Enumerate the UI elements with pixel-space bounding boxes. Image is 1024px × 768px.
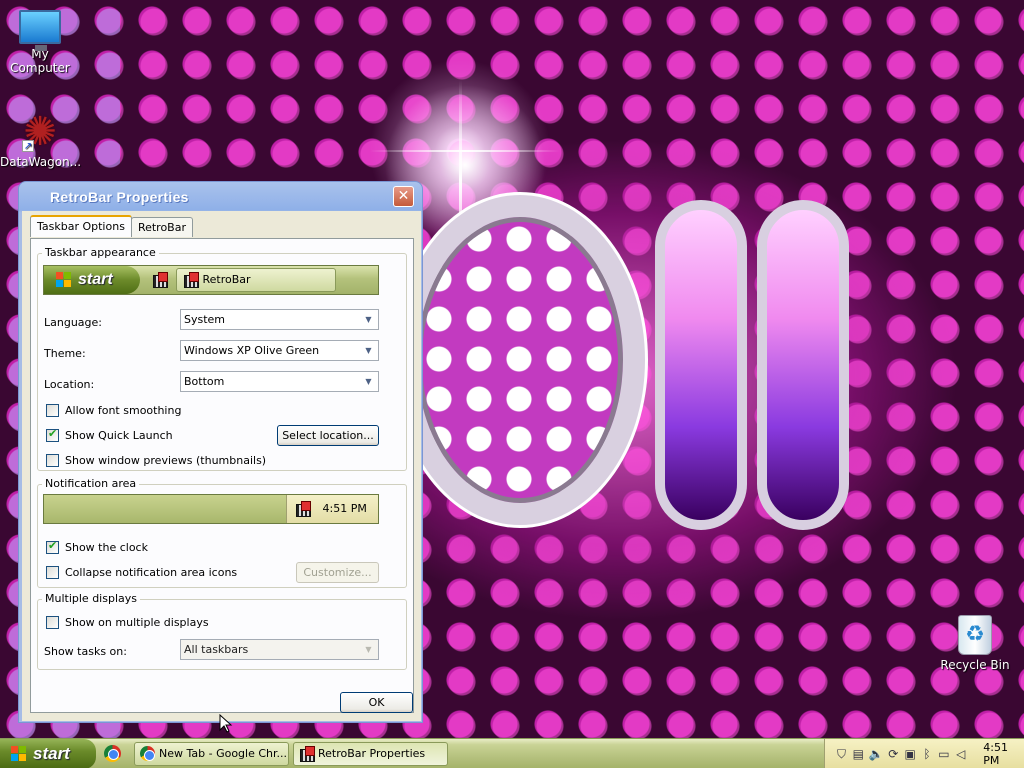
- checkbox-box: [46, 454, 59, 467]
- theme-label: Theme:: [44, 347, 86, 360]
- chevron-down-icon: ▼: [365, 346, 372, 355]
- start-label: start: [33, 744, 70, 763]
- wallpaper-logo-bar: [655, 200, 747, 530]
- taskbar-clock[interactable]: 4:51 PM: [983, 741, 1024, 767]
- location-select[interactable]: Bottom ▼: [180, 371, 379, 392]
- desktop-icon-recycle-bin[interactable]: ♻ Recycle Bin: [935, 615, 1015, 672]
- taskbar-button-retrobar[interactable]: RetroBar Properties: [293, 742, 448, 766]
- location-label: Location:: [44, 378, 95, 391]
- computer-icon: [19, 10, 61, 51]
- show-tasks-select[interactable]: All taskbars ▼: [180, 639, 379, 660]
- preview-start-button: start: [44, 266, 140, 294]
- taskbar-button-label: RetroBar Properties: [318, 747, 426, 760]
- preview-tray: 4:51 PM: [286, 495, 378, 523]
- windows-logo-icon: [11, 746, 27, 762]
- language-label: Language:: [44, 316, 102, 329]
- chevron-down-icon: ▼: [365, 377, 372, 386]
- sync-icon[interactable]: ⟳: [887, 747, 900, 761]
- shortcut-arrow-icon: ↗: [22, 140, 34, 152]
- select-location-button[interactable]: Select location...: [277, 425, 379, 446]
- datawagon-icon: ↗: [20, 112, 60, 152]
- checkbox-label: Show the clock: [65, 541, 148, 554]
- taskbar-preview: start RetroBar: [43, 265, 379, 295]
- checkbox-box: [46, 616, 59, 629]
- retrobar-app-icon: [152, 272, 168, 288]
- taskbar: start New Tab - Google Chr... RetroBar P…: [0, 738, 1024, 768]
- preview-start-label: start: [78, 271, 113, 288]
- recycle-bin-icon: ♻: [958, 615, 992, 655]
- tab-taskbar-options[interactable]: Taskbar Options: [30, 215, 132, 237]
- wallpaper-logo-bar: [757, 200, 849, 530]
- checkbox-box: [46, 404, 59, 417]
- retrobar-app-icon: [183, 272, 199, 288]
- bluetooth-icon[interactable]: ᛒ: [921, 747, 934, 761]
- group-label: Taskbar appearance: [42, 246, 159, 259]
- window-titlebar[interactable]: RetroBar Properties ✕: [22, 182, 419, 211]
- show-quick-launch-checkbox[interactable]: Show Quick Launch: [46, 427, 173, 442]
- display-icon[interactable]: ▭: [937, 747, 950, 761]
- desktop-icon-label: Recycle Bin: [940, 658, 1010, 672]
- preview-task-label: RetroBar: [202, 273, 251, 286]
- retrobar-app-icon[interactable]: ▣: [904, 747, 917, 761]
- checkbox-label: Show window previews (thumbnails): [65, 454, 267, 467]
- checkbox-box: [46, 427, 59, 442]
- checkbox-label: Show on multiple displays: [65, 616, 209, 629]
- chevron-down-icon: ▼: [365, 315, 372, 324]
- window-client: Taskbar Options RetroBar Taskbar appeara…: [22, 211, 421, 721]
- group-label: Notification area: [42, 477, 140, 490]
- desktop-icon-my-computer[interactable]: My Computer: [0, 10, 80, 75]
- start-button[interactable]: start: [0, 739, 96, 768]
- allow-font-smoothing-checkbox[interactable]: Allow font smoothing: [46, 404, 181, 417]
- checkbox-box: [46, 539, 59, 554]
- window-title: RetroBar Properties: [50, 188, 189, 205]
- chrome-icon: [140, 746, 155, 761]
- tab-retrobar[interactable]: RetroBar: [130, 217, 193, 237]
- close-button[interactable]: ✕: [393, 186, 414, 207]
- wallpaper-flare-line: [370, 150, 560, 152]
- language-value: System: [184, 313, 226, 326]
- chevron-down-icon: ▼: [365, 645, 372, 654]
- preview-clock: 4:51 PM: [322, 502, 367, 515]
- shield-icon[interactable]: ⛉: [835, 747, 848, 761]
- location-value: Bottom: [184, 375, 225, 388]
- checkbox-label: Show Quick Launch: [65, 429, 173, 442]
- network-icon[interactable]: ▤: [852, 747, 865, 761]
- ok-button[interactable]: OK: [340, 692, 413, 713]
- checkbox-label: Allow font smoothing: [65, 404, 182, 417]
- retrobar-app-icon: [299, 746, 315, 762]
- theme-select[interactable]: Windows XP Olive Green ▼: [180, 340, 379, 361]
- retrobar-properties-window: RetroBar Properties ✕ Taskbar Options Re…: [18, 181, 423, 723]
- volume-icon[interactable]: 🔈: [869, 747, 884, 761]
- speaker-icon[interactable]: ◁: [954, 747, 967, 761]
- wallpaper-logo-o: [395, 195, 645, 525]
- chrome-icon[interactable]: [104, 745, 121, 762]
- theme-value: Windows XP Olive Green: [184, 344, 320, 357]
- show-tasks-label: Show tasks on:: [44, 645, 127, 658]
- checkbox-label: Collapse notification area icons: [65, 566, 238, 579]
- desktop-icon-datawagon[interactable]: ↗ DataWagon...: [0, 112, 82, 169]
- show-clock-checkbox[interactable]: Show the clock: [46, 539, 148, 554]
- language-select[interactable]: System ▼: [180, 309, 379, 330]
- checkbox-box: [46, 566, 59, 579]
- taskbar-button-chrome[interactable]: New Tab - Google Chr...: [134, 742, 289, 766]
- group-label: Multiple displays: [42, 592, 140, 605]
- taskbar-button-label: New Tab - Google Chr...: [159, 747, 288, 760]
- customize-button[interactable]: Customize...: [296, 562, 379, 583]
- preview-task-button: RetroBar: [176, 268, 336, 292]
- desktop-icon-label: DataWagon...: [0, 155, 82, 169]
- notification-preview: 4:51 PM: [43, 494, 379, 524]
- collapse-notification-icons-checkbox[interactable]: Collapse notification area icons: [46, 566, 237, 579]
- show-window-previews-checkbox[interactable]: Show window previews (thumbnails): [46, 454, 266, 467]
- tab-strip: Taskbar Options RetroBar: [30, 215, 193, 237]
- show-tasks-value: All taskbars: [184, 643, 249, 656]
- retrobar-app-icon: [295, 501, 311, 517]
- notification-area: ⛉ ▤ 🔈 ⟳ ▣ ᛒ ▭ ◁ 4:51 PM: [824, 739, 1024, 768]
- show-multiple-displays-checkbox[interactable]: Show on multiple displays: [46, 616, 209, 629]
- desktop-icon-label: My Computer: [10, 47, 70, 75]
- windows-logo-icon: [56, 272, 72, 288]
